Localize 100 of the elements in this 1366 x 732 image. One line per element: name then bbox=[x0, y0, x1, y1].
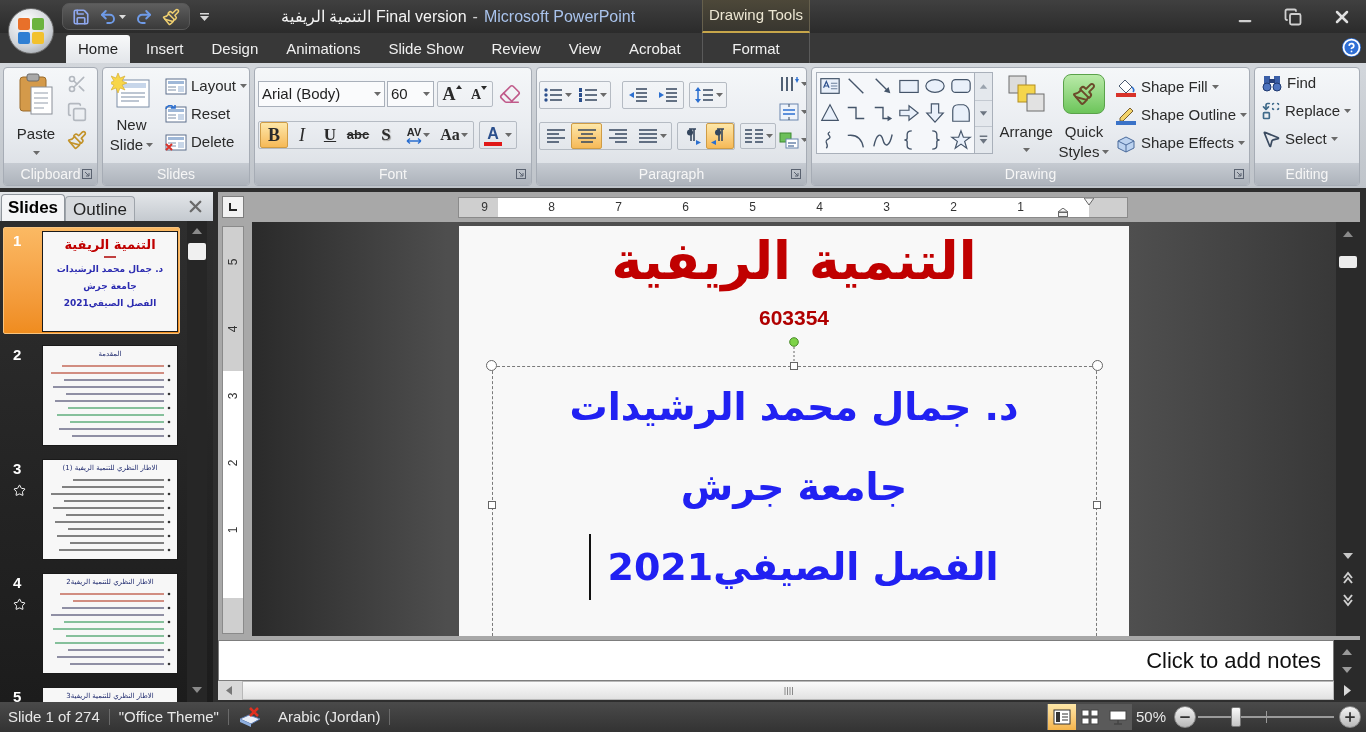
ribbon-tab[interactable]: Slide Show bbox=[376, 35, 476, 63]
new-slide-button[interactable]: New Slide bbox=[106, 71, 157, 161]
shape-effects-button[interactable]: Shape Effects bbox=[1112, 130, 1249, 156]
italic-button[interactable]: I bbox=[288, 122, 316, 148]
dialog-launcher-icon[interactable] bbox=[791, 169, 801, 179]
ruler-number: 9 bbox=[481, 200, 488, 214]
ribbon-tab[interactable]: Design bbox=[199, 35, 271, 63]
character-spacing-button[interactable]: AV bbox=[400, 122, 436, 148]
paste-button[interactable]: Paste bbox=[7, 71, 65, 161]
scrollbar-thumb[interactable] bbox=[242, 681, 1334, 700]
dialog-launcher-icon[interactable] bbox=[516, 169, 526, 179]
columns-button[interactable] bbox=[740, 122, 776, 149]
tab-selector-button[interactable] bbox=[222, 196, 244, 218]
cursor-icon bbox=[1261, 129, 1281, 149]
font-size-field[interactable]: 60 bbox=[387, 81, 434, 107]
caret-icon bbox=[1102, 150, 1110, 154]
underline-button[interactable]: U bbox=[316, 122, 344, 148]
slide-number: 1 bbox=[13, 233, 22, 248]
document-title: التنمية الريفية Final version bbox=[281, 6, 467, 28]
group-label: Editing bbox=[1285, 166, 1329, 182]
shape-fill-button[interactable]: Shape Fill bbox=[1112, 74, 1249, 100]
dialog-launcher-icon[interactable] bbox=[1234, 169, 1244, 179]
group-label: Font bbox=[379, 166, 407, 182]
bold-button[interactable]: B bbox=[260, 122, 288, 148]
indent-marker-icon[interactable] bbox=[1058, 207, 1068, 217]
pane-tab[interactable]: Slides bbox=[1, 194, 66, 221]
strikethrough-button[interactable]: abc bbox=[344, 122, 372, 148]
dialog-launcher-icon[interactable] bbox=[82, 169, 92, 179]
delete-button[interactable]: Delete bbox=[162, 129, 249, 155]
star-icon[interactable] bbox=[950, 128, 973, 151]
down-arrow-icon[interactable] bbox=[924, 102, 946, 124]
right-to-left-button[interactable] bbox=[706, 122, 734, 149]
zoom-slider-track[interactable] bbox=[1198, 707, 1334, 727]
zoom-out-button[interactable] bbox=[1174, 706, 1196, 728]
ruler-number: 8 bbox=[548, 200, 555, 214]
text-direction-icon bbox=[778, 75, 799, 93]
resize-handle[interactable] bbox=[790, 362, 798, 370]
right-arrow-icon[interactable] bbox=[897, 102, 920, 124]
paintbrush-icon[interactable] bbox=[162, 7, 180, 26]
replace-icon bbox=[1261, 101, 1281, 121]
quick-styles-button[interactable]: Quick Styles bbox=[1057, 72, 1111, 162]
pencil-icon bbox=[1114, 105, 1137, 125]
align-center-button[interactable] bbox=[571, 122, 602, 149]
undo-icon[interactable] bbox=[99, 7, 117, 26]
layout-icon bbox=[164, 77, 187, 95]
ribbon-tab[interactable]: Acrobat bbox=[616, 35, 693, 63]
restore-icon[interactable] bbox=[1284, 7, 1302, 26]
triangle-icon[interactable] bbox=[819, 102, 842, 124]
resize-handle[interactable] bbox=[1091, 360, 1103, 371]
arrange-button[interactable]: Arrange bbox=[997, 72, 1056, 162]
scroll-right-icon[interactable] bbox=[1334, 681, 1360, 700]
customize-toolbar-icon[interactable] bbox=[200, 12, 209, 21]
scroll-left-icon[interactable] bbox=[218, 681, 242, 700]
ruler-number: 1 bbox=[1017, 200, 1024, 214]
layout-button[interactable]: Layout bbox=[162, 73, 249, 99]
replace-button[interactable]: Replace bbox=[1259, 98, 1359, 124]
view-button[interactable] bbox=[1047, 704, 1076, 730]
overlapping-squares-icon bbox=[1006, 74, 1047, 114]
shape-outline-button[interactable]: Shape Outline bbox=[1112, 102, 1249, 128]
pane-tab[interactable]: Outline bbox=[65, 196, 135, 221]
ribbon-tab[interactable]: Animations bbox=[274, 35, 373, 63]
find-button[interactable]: Find bbox=[1259, 70, 1359, 96]
font-color-button[interactable]: A bbox=[479, 121, 517, 149]
reset-button[interactable]: Reset bbox=[162, 101, 249, 127]
caret-icon bbox=[659, 133, 667, 138]
zoom-in-button[interactable] bbox=[1339, 706, 1361, 728]
clear-formatting-icon[interactable] bbox=[499, 83, 521, 105]
caret-icon bbox=[565, 92, 572, 97]
ribbon-tab[interactable]: Home bbox=[66, 35, 130, 63]
grow-font-button[interactable]: A bbox=[438, 82, 466, 106]
help-icon[interactable] bbox=[1342, 38, 1361, 57]
font-name-field[interactable]: Arial (Body) bbox=[258, 81, 385, 107]
select-button[interactable]: Select bbox=[1259, 126, 1359, 152]
resize-handle[interactable] bbox=[485, 360, 497, 371]
scrollbar-thumb[interactable] bbox=[1339, 256, 1357, 268]
notes-field[interactable]: Click to add notes bbox=[218, 640, 1334, 681]
quick-styles-icon bbox=[1063, 74, 1106, 114]
group-label: Slides bbox=[156, 166, 196, 182]
resize-handle[interactable] bbox=[1092, 501, 1101, 509]
ribbon-tab[interactable]: Review bbox=[479, 35, 553, 63]
shadow-button[interactable]: S bbox=[372, 122, 400, 148]
ruler-number: 5 bbox=[227, 258, 239, 266]
change-case-button[interactable]: Aa bbox=[436, 122, 472, 148]
save-icon[interactable] bbox=[72, 7, 90, 26]
resize-handle[interactable] bbox=[487, 501, 496, 509]
rounded-shape-icon[interactable] bbox=[950, 102, 973, 124]
redo-icon[interactable] bbox=[135, 7, 153, 26]
indent-marker-icon[interactable] bbox=[1084, 197, 1094, 205]
zoom-slider-thumb[interactable] bbox=[1230, 707, 1241, 727]
spelling-check-icon[interactable] bbox=[237, 707, 262, 727]
caret-icon[interactable] bbox=[119, 14, 126, 19]
group-label: Paragraph bbox=[638, 166, 705, 182]
ribbon-tab[interactable]: Insert bbox=[134, 35, 196, 63]
ribbon-tab[interactable]: View bbox=[556, 35, 613, 63]
shrink-font-button[interactable]: A bbox=[466, 82, 492, 106]
ribbon-tab[interactable]: Format bbox=[720, 35, 792, 63]
line-spacing-button[interactable] bbox=[689, 81, 727, 108]
binoculars-icon bbox=[1261, 73, 1283, 93]
scrollbar-thumb[interactable] bbox=[188, 243, 206, 260]
slide-thumbnail[interactable]: التنمية الريفية د. جمال محمد الرشيدات جامعة جرش الفصل الصيفي2021 bbox=[42, 231, 178, 332]
